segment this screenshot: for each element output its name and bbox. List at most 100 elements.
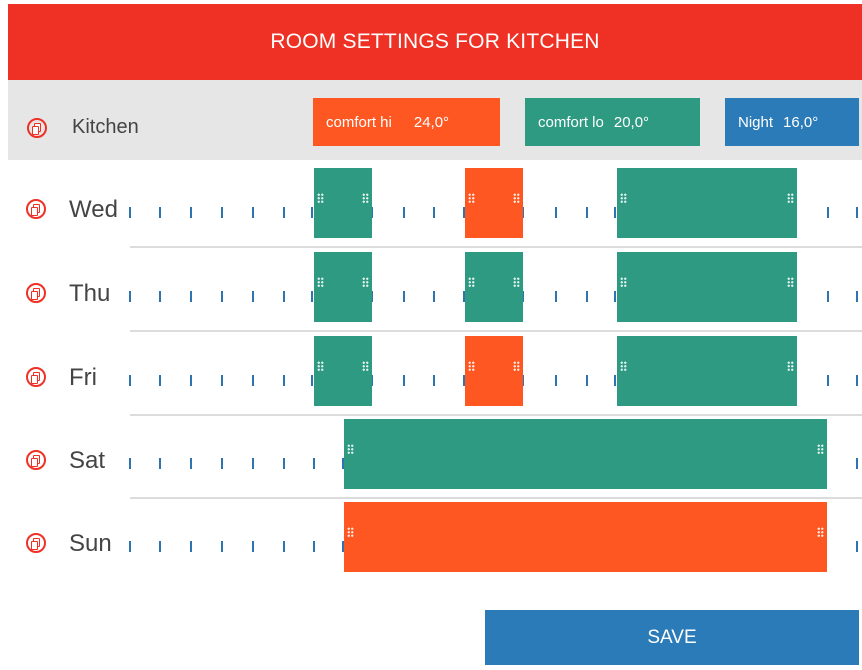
row-divider	[130, 246, 862, 248]
timeline-tick	[856, 375, 858, 386]
timeline-tick	[403, 291, 405, 302]
timeline-tick	[827, 375, 829, 386]
save-button[interactable]: SAVE	[485, 610, 859, 665]
drag-handle-icon[interactable]	[620, 193, 627, 203]
timeline-tick	[433, 375, 435, 386]
drag-handle-icon[interactable]	[362, 193, 369, 203]
timeline-tick	[252, 291, 254, 302]
row-divider	[130, 497, 862, 499]
timeline-tick	[221, 207, 223, 218]
preset-temp: 16,0°	[783, 113, 819, 131]
drag-handle-icon[interactable]	[513, 361, 520, 371]
timeline-tick	[283, 458, 285, 469]
timeline-tick	[555, 291, 557, 302]
drag-handle-icon[interactable]	[620, 361, 627, 371]
timeline-tick	[159, 291, 161, 302]
timeline-tick	[586, 291, 588, 302]
drag-handle-icon[interactable]	[317, 277, 324, 287]
timeline-tick	[129, 375, 131, 386]
timeline-tick	[856, 207, 858, 218]
drag-handle-icon[interactable]	[347, 444, 354, 454]
drag-handle-icon[interactable]	[787, 193, 794, 203]
timeline-tick	[614, 207, 616, 218]
schedule-block-comfort-hi[interactable]	[465, 336, 523, 406]
drag-handle-icon[interactable]	[817, 444, 824, 454]
drag-handle-icon[interactable]	[468, 361, 475, 371]
copy-icon[interactable]	[26, 533, 46, 553]
drag-handle-icon[interactable]	[347, 527, 354, 537]
drag-handle-icon[interactable]	[317, 193, 324, 203]
schedule-block-comfort-lo[interactable]	[314, 168, 372, 238]
copy-icon[interactable]	[26, 199, 46, 219]
schedule-block-comfort-lo[interactable]	[314, 336, 372, 406]
drag-handle-icon[interactable]	[787, 277, 794, 287]
schedule-block-comfort-lo[interactable]	[617, 168, 797, 238]
timeline-tick	[311, 375, 313, 386]
timeline-tick	[190, 375, 192, 386]
day-label: Sun	[69, 530, 112, 557]
drag-handle-icon[interactable]	[817, 527, 824, 537]
drag-handle-icon[interactable]	[468, 193, 475, 203]
drag-handle-icon[interactable]	[513, 277, 520, 287]
schedule-block-comfort-lo[interactable]	[617, 252, 797, 322]
timeline-tick	[827, 207, 829, 218]
timeline-tick	[159, 207, 161, 218]
timeline-tick	[252, 458, 254, 469]
timeline-tick	[403, 207, 405, 218]
timeline-tick	[190, 207, 192, 218]
timeline-tick	[129, 458, 131, 469]
timeline-tick	[555, 207, 557, 218]
timeline-tick	[827, 291, 829, 302]
timeline-tick	[129, 207, 131, 218]
drag-handle-icon[interactable]	[362, 361, 369, 371]
timeline-tick	[221, 375, 223, 386]
drag-handle-icon[interactable]	[513, 193, 520, 203]
timeline-tick	[283, 291, 285, 302]
timeline-tick	[221, 541, 223, 552]
schedule-block-comfort-lo[interactable]	[617, 336, 797, 406]
schedule-block-comfort-hi[interactable]	[344, 502, 827, 572]
preset-comfort-hi[interactable]: comfort hi 24,0°	[313, 98, 500, 146]
day-label: Sat	[69, 447, 106, 474]
timeline-tick	[586, 207, 588, 218]
timeline-tick	[283, 207, 285, 218]
copy-icon[interactable]	[26, 367, 46, 387]
timeline-tick	[190, 541, 192, 552]
drag-handle-icon[interactable]	[787, 361, 794, 371]
drag-handle-icon[interactable]	[317, 361, 324, 371]
preset-label: Night	[738, 113, 774, 131]
timeline-tick	[433, 291, 435, 302]
schedule-block-comfort-lo[interactable]	[314, 252, 372, 322]
preset-temp: 20,0°	[613, 113, 650, 131]
timeline-tick	[129, 541, 131, 552]
timeline-tick	[586, 375, 588, 386]
schedule-block-comfort-lo[interactable]	[344, 419, 827, 489]
timeline-tick	[555, 375, 557, 386]
timeline-tick	[159, 541, 161, 552]
copy-icon[interactable]	[27, 118, 47, 138]
timeline-tick	[614, 291, 616, 302]
row-divider	[130, 414, 862, 416]
row-divider	[130, 330, 862, 332]
copy-icon[interactable]	[26, 283, 46, 303]
timeline-tick	[129, 291, 131, 302]
schedule-row-wed: Wed	[0, 167, 862, 251]
schedule-row-fri: Fri	[0, 335, 862, 419]
timeline-tick	[221, 291, 223, 302]
preset-temp: 24,0°	[413, 113, 450, 131]
copy-icon[interactable]	[26, 450, 46, 470]
drag-handle-icon[interactable]	[362, 277, 369, 287]
page-title: ROOM SETTINGS FOR KITCHEN	[270, 30, 600, 53]
timeline-tick	[190, 458, 192, 469]
timeline-tick	[856, 458, 858, 469]
preset-night[interactable]: Night 16,0°	[725, 98, 859, 146]
drag-handle-icon[interactable]	[468, 277, 475, 287]
timeline-tick	[159, 375, 161, 386]
timeline-tick	[856, 541, 858, 552]
preset-comfort-lo[interactable]: comfort lo 20,0°	[525, 98, 700, 146]
schedule-block-comfort-hi[interactable]	[465, 168, 523, 238]
timeline-tick	[283, 375, 285, 386]
timeline-tick	[433, 207, 435, 218]
schedule-block-comfort-lo[interactable]	[465, 252, 523, 322]
drag-handle-icon[interactable]	[620, 277, 627, 287]
